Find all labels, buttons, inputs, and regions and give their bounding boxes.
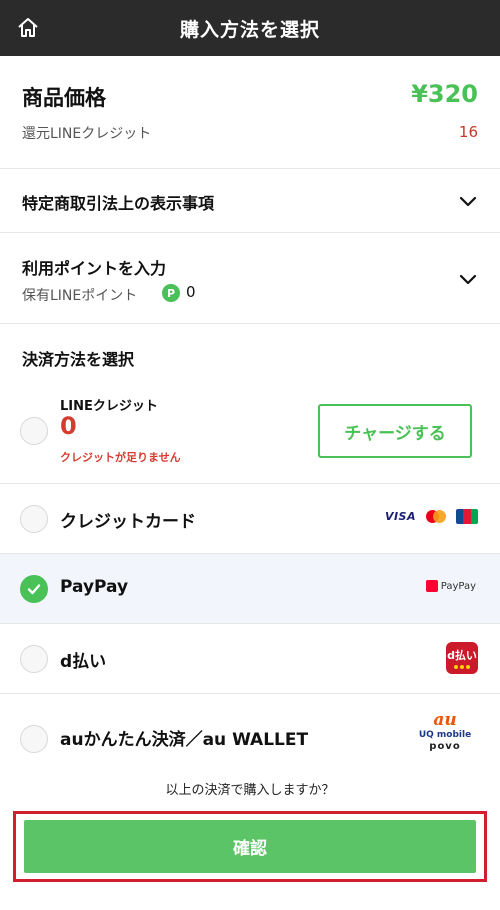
line-point-icon: P xyxy=(162,284,180,302)
credit-card-radio[interactable] xyxy=(20,505,48,533)
charge-button[interactable]: チャージする xyxy=(318,404,472,458)
dpay-label: d払い xyxy=(60,652,107,672)
paypay-option[interactable]: PayPay PayPay xyxy=(0,554,500,624)
legal-notice-row[interactable]: 特定商取引法上の表示事項 xyxy=(0,169,500,233)
paypay-mark-icon xyxy=(425,580,438,592)
chevron-down-icon[interactable] xyxy=(458,191,478,211)
held-points-label: 保有LINEポイント xyxy=(22,288,138,304)
dpay-logo-text: d払い xyxy=(447,649,477,662)
check-icon xyxy=(27,584,41,595)
paypay-logo-text: PayPay xyxy=(440,580,476,592)
dpay-option[interactable]: d払い d払い xyxy=(0,624,500,694)
credit-card-label: クレジットカード xyxy=(60,512,196,532)
credit-return-value: 16 xyxy=(458,123,478,141)
paypay-radio-checked[interactable] xyxy=(20,575,48,603)
confirm-highlight: 確認 xyxy=(13,811,487,882)
confirm-prompt: 以上の決済で購入しますか？ xyxy=(165,783,335,798)
paypay-logo: PayPay xyxy=(425,580,476,592)
mastercard-logo xyxy=(426,510,446,523)
points-row[interactable]: 利用ポイントを入力 保有LINEポイント P 0 xyxy=(0,233,500,324)
insufficient-credit-warning: クレジットが足りません xyxy=(60,451,181,464)
home-icon[interactable] xyxy=(14,14,42,42)
confirm-button[interactable]: 確認 xyxy=(24,820,476,873)
line-credit-option[interactable]: LINEクレジット 0 クレジットが足りません チャージする xyxy=(0,380,500,484)
held-points-value: 0 xyxy=(186,283,196,301)
au-label: auかんたん決済／au WALLET xyxy=(60,730,309,750)
paypay-label: PayPay xyxy=(60,577,129,597)
dpay-radio[interactable] xyxy=(20,645,48,673)
credit-return-label: 還元LINEクレジット xyxy=(22,126,152,142)
line-credit-value: 0 xyxy=(60,412,77,440)
povo-logo: povo xyxy=(429,741,461,752)
au-carrier-logos: au UQ mobile povo xyxy=(414,712,476,752)
legal-notice-label: 特定商取引法上の表示事項 xyxy=(22,194,215,213)
chevron-down-icon[interactable] xyxy=(458,269,478,289)
points-label: 利用ポイントを入力 xyxy=(22,259,167,278)
card-brand-logos: VISA xyxy=(385,509,478,524)
line-credit-radio[interactable] xyxy=(20,417,48,445)
price-label: 商品価格 xyxy=(22,86,106,110)
visa-logo: VISA xyxy=(384,510,416,523)
price-section: 商品価格 ¥320 還元LINEクレジット 16 xyxy=(0,56,500,169)
jcb-logo xyxy=(456,509,478,524)
au-logo: au xyxy=(433,710,457,730)
price-amount: ¥320 xyxy=(411,80,478,108)
payment-method-title: 決済方法を選択 xyxy=(22,350,135,369)
au-option[interactable]: auかんたん決済／au WALLET au UQ mobile povo xyxy=(0,694,500,772)
dpay-logo: d払い xyxy=(446,642,478,674)
au-radio[interactable] xyxy=(20,725,48,753)
header-bar: 購入方法を選択 xyxy=(0,0,500,56)
uq-mobile-logo: UQ mobile xyxy=(418,730,472,740)
credit-card-option[interactable]: クレジットカード VISA xyxy=(0,484,500,554)
page-title: 購入方法を選択 xyxy=(179,18,320,41)
